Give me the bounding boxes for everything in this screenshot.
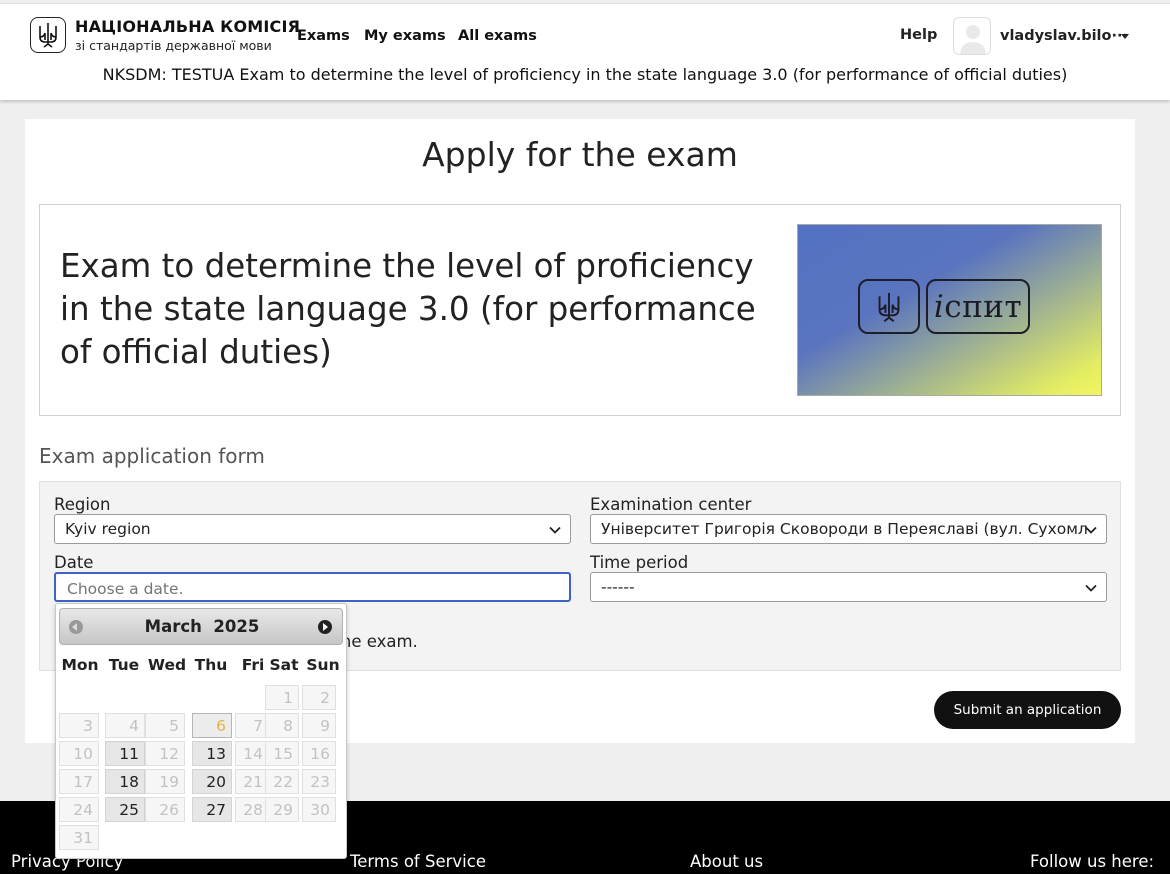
calendar-day: 8 — [265, 713, 299, 738]
calendar-day: 12 — [145, 741, 185, 766]
calendar-day: 4 — [105, 713, 145, 738]
datepicker-month: March — [144, 617, 202, 636]
exam-name: Exam to determine the level of proficien… — [60, 247, 756, 371]
calendar-day: 17 — [59, 769, 99, 794]
footer-follow-label: Follow us here: — [1030, 852, 1155, 871]
region-label: Region — [54, 495, 111, 514]
site-header: НАЦІОНАЛЬНА КОМІСІЯ зі стандартів держав… — [0, 3, 1170, 100]
footer-terms-link[interactable]: Terms of Service — [350, 852, 486, 871]
weekday-sat: Sat — [269, 656, 299, 674]
calendar-day[interactable]: 20 — [192, 769, 232, 794]
chevron-down-icon — [1085, 584, 1097, 592]
chevron-down-icon — [549, 526, 561, 534]
region-select-value: Kyiv region — [65, 520, 151, 538]
calendar-day: 22 — [265, 769, 299, 794]
caret-down-icon[interactable] — [1121, 34, 1129, 39]
calendar-day: 24 — [59, 797, 99, 822]
chevron-down-icon — [1085, 526, 1097, 534]
banner-word-rest: спит — [944, 288, 1023, 325]
calendar-day: 15 — [265, 741, 299, 766]
weekday-thu: Thu — [194, 656, 228, 674]
calendar-day[interactable]: 18 — [105, 769, 145, 794]
calendar-day[interactable]: 25 — [105, 797, 145, 822]
weekday-tue: Tue — [108, 656, 140, 674]
calendar-day: 2 — [302, 685, 336, 710]
calendar-day: 1 — [265, 685, 299, 710]
calendar-day: 28 — [235, 797, 269, 822]
footer-about-link[interactable]: About us — [690, 852, 763, 871]
user-avatar-icon[interactable] — [953, 17, 991, 55]
calendar-day: 21 — [235, 769, 269, 794]
calendar-day: 9 — [302, 713, 336, 738]
calendar-day: 5 — [145, 713, 185, 738]
weekday-wed: Wed — [147, 656, 187, 674]
page-title: Apply for the exam — [422, 135, 738, 174]
exam-banner: і спит — [797, 224, 1102, 396]
time-period-value: ------ — [601, 578, 635, 596]
datepicker-header: March 2025 — [59, 608, 343, 645]
exam-subtitle: NKSDM: TESTUA Exam to determine the leve… — [102, 65, 1068, 84]
time-period-select[interactable]: ------ — [590, 572, 1107, 602]
submit-application-button[interactable]: Submit an application — [934, 691, 1121, 729]
user-menu-name[interactable]: vladyslav.bilo··· — [1000, 28, 1128, 44]
banner-exam-word: і спит — [926, 279, 1030, 334]
trident-icon — [858, 279, 920, 334]
datepicker-title: March 2025 — [60, 617, 344, 636]
calendar-day: 23 — [302, 769, 336, 794]
calendar-day: 31 — [59, 825, 99, 850]
trident-logo-icon[interactable] — [30, 17, 66, 53]
calendar-day: 29 — [265, 797, 299, 822]
calendar-day: 6 — [192, 713, 232, 738]
calendar-day: 7 — [235, 713, 269, 738]
nav-exams[interactable]: Exams — [297, 28, 350, 44]
org-name[interactable]: НАЦІОНАЛЬНА КОМІСІЯ — [75, 17, 300, 36]
weekday-sun: Sun — [306, 656, 340, 674]
datepicker-popup: March 2025 Mon Tue Wed Thu Fri Sat Sun 1234567… — [55, 603, 347, 859]
region-select[interactable]: Kyiv region — [54, 514, 571, 544]
calendar-day: 3 — [59, 713, 99, 738]
exam-info-box: Exam to determine the level of proficien… — [39, 204, 1121, 416]
center-select-value: Університет Григорія Сковороди в Переясл… — [601, 520, 1088, 538]
calendar-day: 10 — [59, 741, 99, 766]
form-heading: Exam application form — [39, 444, 265, 468]
calendar-day: 16 — [302, 741, 336, 766]
banner-word-italic: і — [933, 288, 945, 325]
org-subtitle[interactable]: зі стандартів державної мови — [75, 38, 272, 53]
calendar-day[interactable]: 11 — [105, 741, 145, 766]
calendar-day[interactable]: 27 — [192, 797, 232, 822]
datepicker-year: 2025 — [213, 617, 260, 636]
date-input[interactable] — [54, 572, 571, 602]
center-select[interactable]: Університет Григорія Сковороди в Переясл… — [590, 514, 1107, 544]
calendar-day: 30 — [302, 797, 336, 822]
weekday-mon: Mon — [61, 656, 99, 674]
help-link[interactable]: Help — [900, 27, 937, 43]
nav-my-exams[interactable]: My exams — [364, 28, 446, 44]
time-period-label: Time period — [590, 553, 689, 572]
calendar-day: 19 — [145, 769, 185, 794]
date-label: Date — [54, 553, 94, 572]
calendar-day[interactable]: 13 — [192, 741, 232, 766]
calendar-day: 26 — [145, 797, 185, 822]
center-label: Examination center — [590, 495, 752, 514]
next-month-icon[interactable] — [318, 620, 332, 634]
nav-all-exams[interactable]: All exams — [458, 28, 537, 44]
calendar-day: 14 — [235, 741, 269, 766]
